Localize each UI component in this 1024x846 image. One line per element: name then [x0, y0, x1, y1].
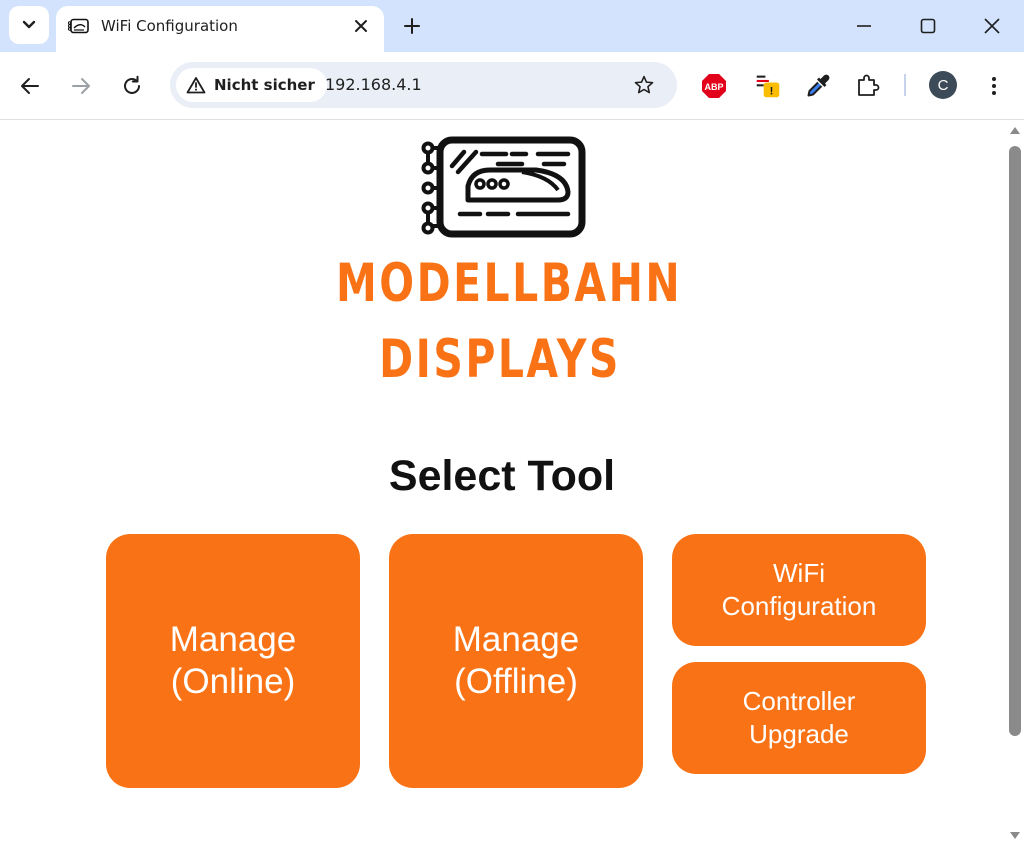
eyedropper-icon[interactable] [805, 73, 831, 99]
train-display-icon [68, 18, 89, 34]
brand-line-1: MODELLBAHN [336, 252, 683, 314]
browser-toolbar: Nicht sicher 192.168.4.1 ABP ! C [0, 52, 1024, 120]
warning-icon [186, 77, 206, 94]
wifi-configuration-button[interactable]: WiFi Configuration [672, 534, 926, 646]
active-tab[interactable]: WiFi Configuration [56, 6, 384, 52]
security-chip-label: Nicht sicher [214, 76, 315, 94]
wifi-configuration-label: WiFi Configuration [721, 558, 877, 621]
new-tab-icon[interactable] [400, 14, 424, 38]
address-bar[interactable]: Nicht sicher 192.168.4.1 [170, 62, 677, 108]
chevron-down-icon [22, 20, 36, 29]
window-close-icon[interactable] [980, 14, 1004, 38]
reload-icon[interactable] [120, 74, 144, 98]
profile-avatar[interactable]: C [929, 71, 957, 99]
minimize-icon[interactable] [852, 14, 876, 38]
controller-upgrade-label: Controller Upgrade [742, 686, 856, 749]
tab-title: WiFi Configuration [101, 17, 238, 35]
toolbar-separator [904, 74, 906, 96]
maximize-icon[interactable] [916, 14, 940, 38]
page-title: Select Tool [388, 452, 616, 500]
scrollbar-thumb[interactable] [1009, 146, 1021, 736]
brand-line-2: DISPLAYS [379, 328, 621, 390]
forward-arrow-icon[interactable] [69, 74, 93, 98]
puzzle-piece-icon[interactable] [855, 73, 881, 99]
manage-offline-button[interactable]: Manage (Offline) [389, 534, 643, 788]
train-display-logo-icon [421, 136, 586, 238]
security-chip[interactable]: Nicht sicher [176, 68, 327, 102]
svg-text:!: ! [770, 86, 774, 98]
scroll-up-arrow-icon[interactable] [1008, 124, 1022, 136]
adblock-plus-icon[interactable]: ABP [701, 73, 727, 99]
tab-strip: WiFi Configuration [0, 0, 1024, 52]
tab-search-button[interactable] [9, 6, 49, 44]
scroll-down-arrow-icon[interactable] [1008, 830, 1022, 842]
manage-online-button[interactable]: Manage (Online) [106, 534, 360, 788]
extension-warning-icon[interactable]: ! [755, 73, 781, 99]
close-icon[interactable] [352, 17, 370, 35]
url-text[interactable]: 192.168.4.1 [325, 75, 422, 94]
manage-online-label: Manage (Online) [169, 620, 297, 701]
more-menu-icon[interactable] [982, 74, 1006, 98]
controller-upgrade-button[interactable]: Controller Upgrade [672, 662, 926, 774]
manage-offline-label: Manage (Offline) [452, 620, 580, 701]
bookmark-star-icon[interactable] [633, 74, 655, 96]
back-arrow-icon[interactable] [18, 74, 42, 98]
svg-text:ABP: ABP [704, 82, 723, 92]
profile-initial: C [937, 76, 949, 94]
